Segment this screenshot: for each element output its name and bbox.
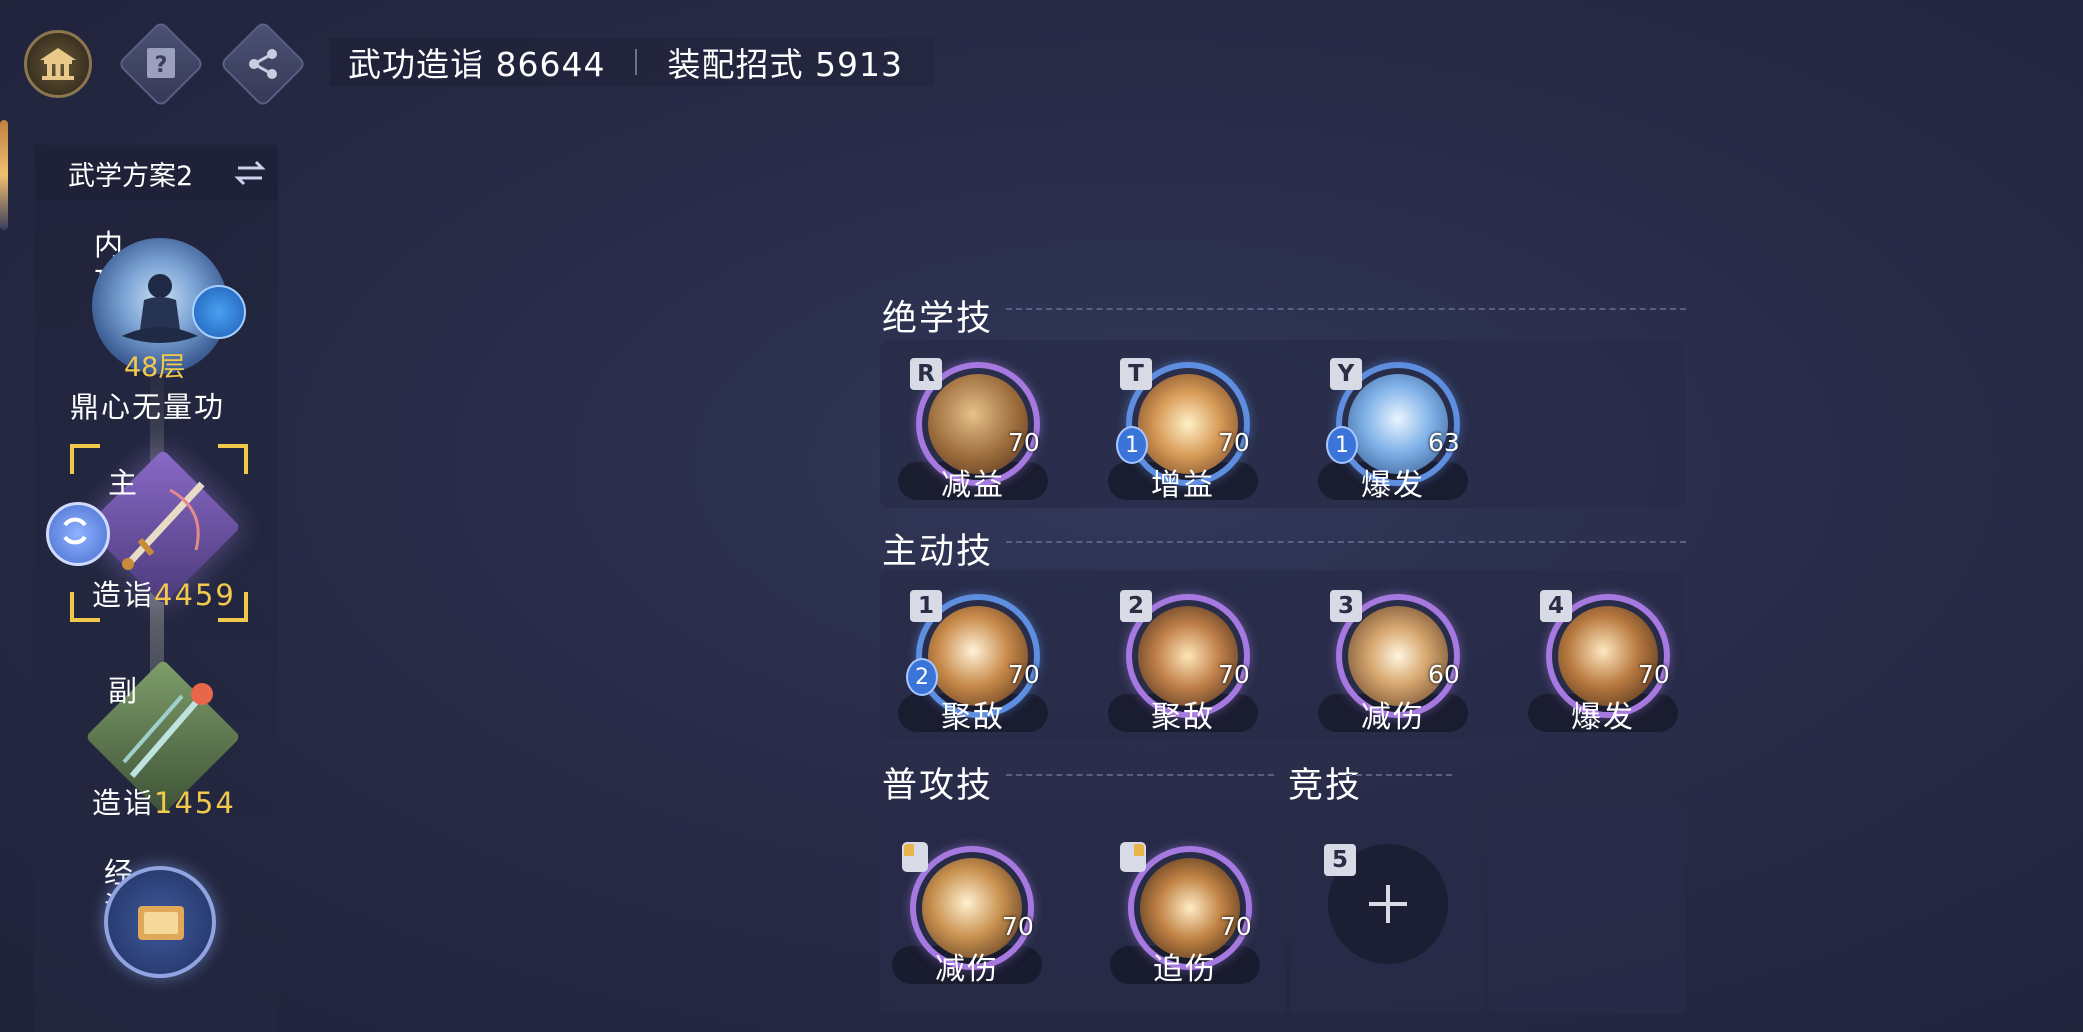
skill-tag: 聚敌 [1151,700,1215,735]
swap-arrows-icon[interactable] [234,158,266,188]
skill-level: 70 [1218,428,1250,457]
section-divider [1006,308,1686,310]
skill-tag: 爆发 [1361,468,1425,503]
stat-divider [635,49,638,75]
skill-tag: 减益 [941,468,1005,503]
skill-tag: 聚敌 [941,700,1005,735]
wugong-stat: 武功造诣 86644 [348,45,606,84]
skill-level: 70 [1220,912,1252,941]
equip-stat: 装配招式 5913 [667,45,903,84]
side-indicator [0,120,8,230]
skill-level: 70 [1002,912,1034,941]
mastery-label: 造诣 [92,786,155,820]
empty-card [1488,802,1686,1014]
section-divider [1006,541,1686,543]
share-icon [249,49,277,79]
skill-tag: 增益 [1151,468,1215,503]
section-title-pugong: 普攻技 [882,766,994,806]
key-label: 2 [1120,590,1152,622]
swap-cycle-icon [63,517,87,545]
plan-label: 武学方案2 [68,160,194,192]
plan-switch-bar[interactable]: 武学方案2 [36,146,278,200]
sub-weapon-char: 副 [108,674,138,708]
key-label: 5 [1324,844,1356,876]
skill-level: 60 [1428,660,1460,689]
help-icon: ? [147,48,175,78]
svg-text:?: ? [155,53,168,78]
weapon-swap-button[interactable] [46,502,110,566]
section-title-zhudong: 主动技 [882,532,994,572]
section-title-jingji: 竞技 [1288,766,1363,806]
bracket-corner [70,444,100,474]
main-weapon-char: 主 [108,466,138,500]
skill-level: 70 [1218,660,1250,689]
skill-level: 70 [1008,428,1040,457]
section-divider [1346,774,1452,776]
share-button[interactable] [219,20,307,108]
skill-tag: 追伤 [1153,952,1217,987]
skill-level: 70 [1008,660,1040,689]
skill-level: 63 [1428,428,1460,457]
plus-icon [1369,885,1407,923]
neigong-shield-icon [192,285,246,339]
left-mouse-icon [902,842,928,872]
skill-badge: 1 [1116,426,1148,464]
skill-badge: 2 [906,658,938,696]
scroll-book-icon [138,906,184,940]
neigong-name: 鼎心无量功 [70,390,226,424]
key-label: 1 [910,590,942,622]
bracket-corner [218,444,248,474]
right-mouse-icon [1120,842,1146,872]
stats-bar: 武功造诣 86644 装配招式 5913 [330,38,934,86]
section-title-juexue: 绝学技 [882,299,994,339]
main-weapon-mastery: 造诣4459 [92,572,236,614]
help-button[interactable]: ? [117,20,205,108]
skill-badge: 1 [1326,426,1358,464]
mastery-value: 4459 [154,578,236,612]
key-label: T [1120,358,1152,390]
key-label: 4 [1540,590,1572,622]
jingzhu-button[interactable] [104,866,216,978]
skill-tag: 爆发 [1571,700,1635,735]
skill-tag: 减伤 [935,952,999,987]
skill-tag: 减伤 [1361,700,1425,735]
key-label: 3 [1330,590,1362,622]
home-button[interactable] [24,30,92,98]
mastery-value: 1454 [154,786,236,820]
home-icon [40,48,76,80]
skill-level: 70 [1638,660,1670,689]
key-label: R [910,358,942,390]
sub-weapon-mastery: 造诣1454 [92,780,236,822]
mastery-label: 造诣 [92,578,155,612]
key-label: Y [1330,358,1362,390]
section-divider [1006,774,1274,776]
neigong-level: 48层 [124,352,186,383]
